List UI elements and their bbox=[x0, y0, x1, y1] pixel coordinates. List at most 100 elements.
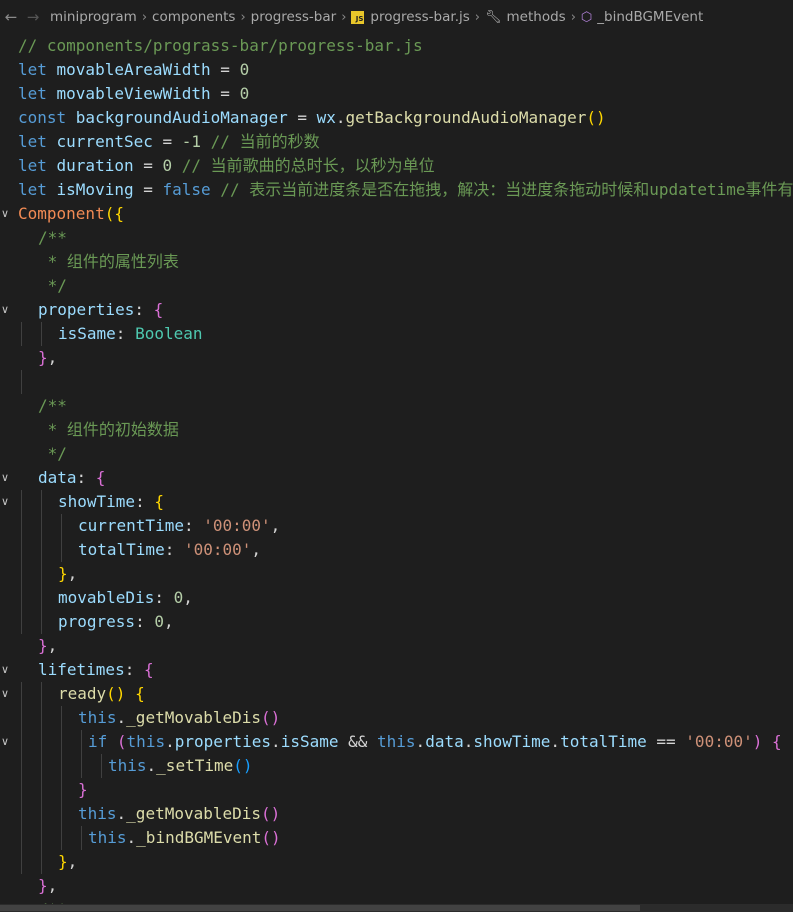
code-line: /** bbox=[38, 226, 67, 250]
fold-chevron-icon[interactable]: ∨ bbox=[1, 202, 11, 226]
code-token: { bbox=[153, 300, 164, 319]
code-line: movableDis: 0, bbox=[58, 586, 193, 610]
indent-guide bbox=[61, 754, 62, 778]
code-token: isSame bbox=[280, 732, 339, 751]
chevron-right-icon: › bbox=[570, 9, 576, 25]
code-token: , bbox=[163, 612, 174, 631]
fold-chevron-icon[interactable]: ∨ bbox=[1, 466, 11, 490]
code-token: : bbox=[76, 468, 96, 487]
indent-guide bbox=[21, 826, 22, 850]
code-line: this._getMovableDis() bbox=[78, 802, 280, 826]
code-line: progress: 0, bbox=[58, 610, 174, 634]
code-token: = bbox=[133, 180, 163, 199]
breadcrumb-item-bindbgmevent[interactable]: _bindBGMEvent bbox=[597, 9, 703, 25]
code-line: // components/prograss-bar/progress-bar.… bbox=[18, 34, 423, 58]
code-token: () bbox=[261, 708, 281, 727]
code-token: /** bbox=[38, 228, 67, 247]
indent-guide bbox=[61, 826, 62, 850]
code-token: // components/prograss-bar/progress-bar.… bbox=[18, 36, 423, 55]
code-token: = bbox=[287, 108, 317, 127]
code-line: */ bbox=[38, 274, 67, 298]
indent-guide bbox=[81, 730, 82, 754]
code-token: , bbox=[270, 516, 281, 535]
code-line: let isMoving = false // 表示当前进度条是否在拖拽，解决：… bbox=[18, 178, 793, 202]
code-line: data: { bbox=[38, 466, 105, 490]
back-arrow-icon[interactable]: ← bbox=[0, 8, 22, 26]
code-token: currentSec bbox=[56, 132, 153, 151]
code-token: } bbox=[58, 564, 68, 583]
breadcrumb-item-components[interactable]: components bbox=[152, 9, 235, 25]
indent-guide bbox=[21, 610, 22, 634]
indent-guide bbox=[21, 562, 22, 586]
code-token: * 组件的初始数据 bbox=[38, 420, 179, 439]
code-editor[interactable]: // components/prograss-bar/progress-bar.… bbox=[0, 34, 793, 904]
code-token: movableViewWidth bbox=[56, 84, 211, 103]
code-token: '00:00' bbox=[183, 540, 252, 559]
code-token: progress bbox=[58, 612, 136, 631]
indent-guide bbox=[41, 586, 42, 610]
code-line: properties: { bbox=[38, 298, 163, 322]
code-token: const bbox=[18, 108, 76, 127]
code-token: lifetimes bbox=[38, 660, 125, 679]
code-token: , bbox=[47, 348, 58, 367]
code-token: properties bbox=[38, 300, 135, 319]
indent-guide bbox=[41, 826, 42, 850]
indent-guide bbox=[41, 730, 42, 754]
code-token: let bbox=[18, 180, 57, 199]
code-token: -1 bbox=[181, 132, 202, 151]
code-line: */ bbox=[38, 442, 67, 466]
indent-guide bbox=[41, 562, 42, 586]
code-token: { bbox=[772, 732, 782, 751]
code-token: wx bbox=[316, 108, 336, 127]
code-token: () bbox=[106, 684, 126, 703]
indent-guide bbox=[21, 850, 22, 874]
code-token: showTime bbox=[473, 732, 551, 751]
code-token: 0 bbox=[154, 612, 164, 631]
fold-chevron-icon[interactable]: ∨ bbox=[1, 682, 11, 706]
forward-arrow-icon[interactable]: → bbox=[22, 8, 44, 26]
code-token: . bbox=[116, 804, 127, 823]
fold-chevron-icon[interactable]: ∨ bbox=[1, 490, 11, 514]
indent-guide bbox=[21, 682, 22, 706]
code-token: : bbox=[124, 660, 144, 679]
indent-guide bbox=[21, 754, 22, 778]
fold-chevron-icon[interactable]: ∨ bbox=[1, 730, 11, 754]
indent-guide bbox=[21, 514, 22, 538]
breadcrumb-item-file[interactable]: progress-bar.js bbox=[370, 9, 469, 25]
code-token: _bindBGMEvent bbox=[136, 828, 262, 847]
fold-chevron-icon[interactable]: ∨ bbox=[1, 298, 11, 322]
code-line: totalTime: '00:00', bbox=[78, 538, 261, 562]
code-line: lifetimes: { bbox=[38, 658, 154, 682]
indent-guide bbox=[21, 490, 22, 514]
breadcrumb-item-methods[interactable]: methods bbox=[507, 9, 566, 25]
code-token: 0 bbox=[173, 588, 184, 607]
code-line: let duration = 0 // 当前歌曲的总时长，以秒为单位 bbox=[18, 154, 435, 178]
code-token: */ bbox=[38, 444, 67, 463]
horizontal-scrollbar[interactable] bbox=[0, 904, 793, 912]
code-token: this bbox=[78, 708, 117, 727]
indent-guide bbox=[21, 322, 22, 346]
code-token: duration bbox=[56, 156, 134, 175]
code-token: . bbox=[271, 732, 281, 751]
code-token: , bbox=[67, 852, 78, 871]
chevron-right-icon: › bbox=[141, 9, 148, 25]
code-token: _getMovableDis bbox=[126, 708, 262, 727]
indent-guide bbox=[21, 706, 22, 730]
code-token: } bbox=[38, 636, 48, 655]
code-token: isMoving bbox=[56, 180, 134, 199]
breadcrumb-item-miniprogram[interactable]: miniprogram bbox=[50, 9, 137, 25]
indent-guide bbox=[61, 802, 62, 826]
code-token: movableDis bbox=[58, 588, 155, 607]
indent-guide bbox=[81, 754, 82, 778]
code-token: if bbox=[88, 732, 117, 751]
fold-chevron-icon[interactable]: ∨ bbox=[1, 658, 11, 682]
breadcrumb-item-progress-bar[interactable]: progress-bar bbox=[251, 9, 337, 25]
code-token: : bbox=[115, 324, 136, 343]
code-token: _setTime bbox=[156, 756, 234, 775]
chevron-right-icon: › bbox=[341, 9, 347, 25]
code-token: && bbox=[338, 732, 378, 751]
scrollbar-thumb[interactable] bbox=[0, 905, 640, 911]
code-token: = bbox=[152, 132, 182, 151]
code-token: } bbox=[78, 780, 88, 799]
